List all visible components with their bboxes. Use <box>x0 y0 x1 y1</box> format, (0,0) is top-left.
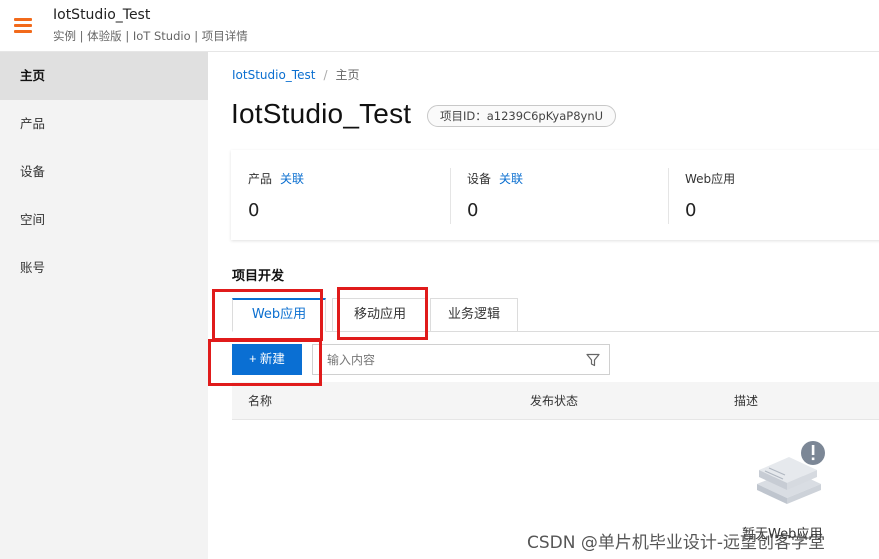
project-id-badge: 项目ID：a1239C6pKyaP8ynU <box>427 105 617 127</box>
app-title: IotStudio_Test <box>53 7 151 23</box>
empty-state-icon <box>757 441 825 504</box>
sidebar-item-products[interactable]: 产品 <box>0 100 208 148</box>
breadcrumb-project-link[interactable]: IotStudio_Test <box>232 68 315 82</box>
main-content: IotStudio_Test / 主页 IotStudio_Test 项目ID：a1… <box>208 52 879 559</box>
sidebar-item-devices[interactable]: 设备 <box>0 148 208 196</box>
sidebar: 主页 产品 设备 空间 账号 <box>0 52 208 559</box>
stat-devices-label: 设备 <box>467 172 492 186</box>
stat-devices: 设备 关联 0 <box>450 150 668 240</box>
stat-web-apps-value: 0 <box>685 200 697 221</box>
top-header: IotStudio_Test 实例 | 体验版 | IoT Studio | 项… <box>0 0 879 52</box>
breadcrumb: IotStudio_Test / 主页 <box>232 66 360 83</box>
watermark-text: CSDN @单片机毕业设计-远望创客学堂 <box>527 533 826 553</box>
sidebar-item-spaces[interactable]: 空间 <box>0 196 208 244</box>
column-header-status[interactable]: 发布状态 <box>530 382 578 420</box>
new-button[interactable]: + 新建 <box>232 344 302 375</box>
tab-mobile-app[interactable]: 移动应用 <box>332 298 428 332</box>
stat-products: 产品 关联 0 <box>231 150 449 240</box>
sidebar-item-accounts[interactable]: 账号 <box>0 244 208 292</box>
tab-business-logic[interactable]: 业务逻辑 <box>430 298 518 332</box>
breadcrumb-current: 主页 <box>335 68 360 82</box>
project-dev-tabs: Web应用 移动应用 业务逻辑 <box>232 298 879 332</box>
search-box <box>312 344 610 375</box>
breadcrumb-separator: / <box>323 68 328 82</box>
stat-products-label: 产品 <box>248 172 273 186</box>
header-sub-breadcrumb: 实例 | 体验版 | IoT Studio | 项目详情 <box>53 29 248 43</box>
search-input[interactable] <box>313 345 573 374</box>
stat-products-value: 0 <box>248 200 260 221</box>
stat-devices-link[interactable]: 关联 <box>499 172 523 186</box>
stats-card: 产品 关联 0 设备 关联 0 Web应用 0 <box>231 150 879 240</box>
table-header: 名称 发布状态 描述 <box>232 382 879 420</box>
menu-icon[interactable] <box>14 18 32 34</box>
stat-web-apps: Web应用 0 <box>668 150 879 240</box>
page-title: IotStudio_Test <box>231 98 412 129</box>
stat-products-link[interactable]: 关联 <box>280 172 304 186</box>
filter-icon[interactable] <box>586 353 600 367</box>
stat-divider <box>450 168 451 224</box>
column-header-name[interactable]: 名称 <box>248 382 272 420</box>
sidebar-item-home[interactable]: 主页 <box>0 52 208 100</box>
stat-devices-value: 0 <box>467 200 479 221</box>
section-title-project-dev: 项目开发 <box>232 269 285 284</box>
tab-web-app[interactable]: Web应用 <box>232 298 326 332</box>
column-header-description[interactable]: 描述 <box>734 382 758 420</box>
stat-web-apps-label: Web应用 <box>685 172 736 186</box>
stat-divider <box>668 168 669 224</box>
